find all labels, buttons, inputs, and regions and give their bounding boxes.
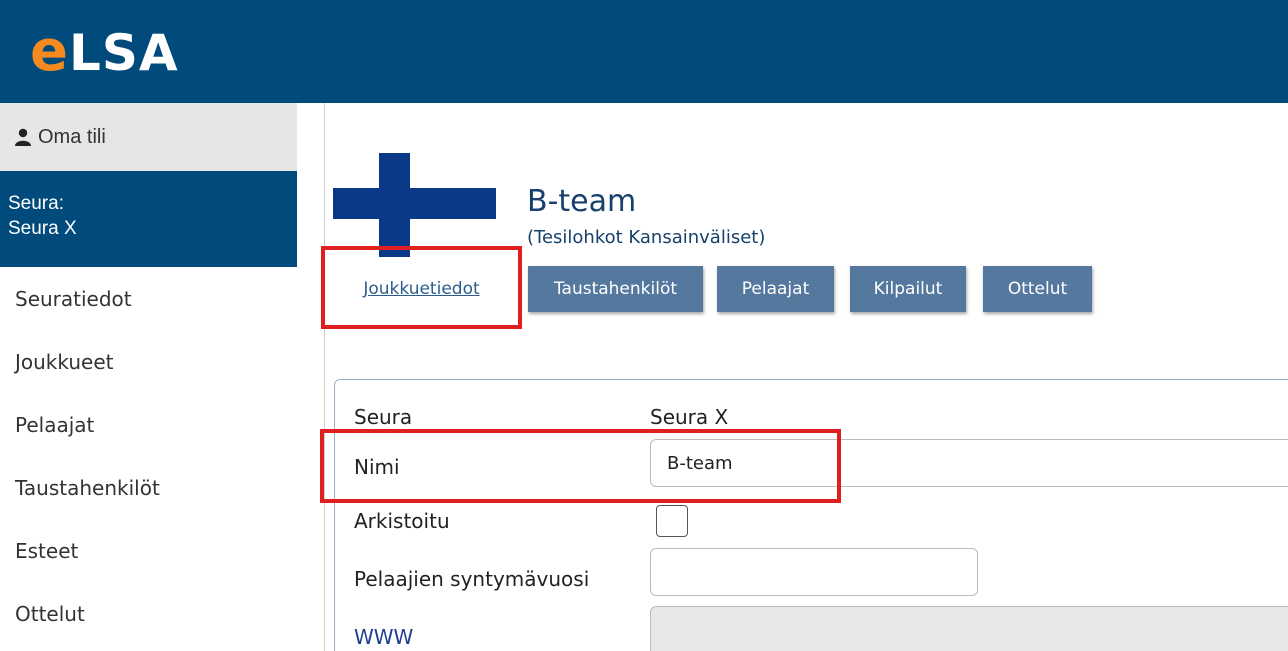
account-label: Oma tili — [38, 125, 106, 148]
sidebar-divider — [324, 103, 325, 651]
sidebar-item-joukkueet[interactable]: Joukkueet — [0, 330, 297, 393]
sidebar-item-esteet[interactable]: Esteet — [0, 519, 297, 582]
team-title: B-team — [527, 184, 637, 219]
account-link[interactable]: Oma tili — [0, 103, 297, 171]
sidebar-item-pelaajat[interactable]: Pelaajat — [0, 393, 297, 456]
elsa-logo[interactable]: eLSA — [30, 22, 179, 83]
tab-ottelut[interactable]: Ottelut — [983, 266, 1092, 312]
highlight-box-name — [320, 429, 841, 503]
birthyear-input[interactable] — [650, 548, 978, 596]
birthyear-label: Pelaajien syntymävuosi — [354, 567, 590, 591]
tab-pelaajat[interactable]: Pelaajat — [717, 266, 834, 312]
club-name: Seura X — [8, 218, 77, 239]
team-flag-finland — [333, 153, 496, 257]
archived-label: Arkistoitu — [354, 509, 450, 533]
highlight-box-tab — [321, 246, 522, 329]
sidebar-item-ottelut[interactable]: Ottelut — [0, 582, 297, 645]
club-selector[interactable]: Seura: Seura X — [0, 171, 297, 267]
team-subtitle: (Tesilohkot Kansainväliset) — [527, 227, 766, 248]
club-caption: Seura: — [8, 193, 64, 214]
tab-kilpailut[interactable]: Kilpailut — [850, 266, 966, 312]
user-icon — [15, 128, 31, 146]
club-label: Seura — [354, 405, 413, 429]
archived-checkbox[interactable] — [656, 505, 688, 537]
www-input[interactable] — [650, 606, 1288, 651]
club-value: Seura X — [650, 405, 729, 429]
tab-taustahenkilot[interactable]: Taustahenkilöt — [528, 266, 703, 312]
www-label: WWW — [354, 625, 414, 649]
sidebar-item-seuratiedot[interactable]: Seuratiedot — [0, 267, 297, 330]
sidebar: Oma tili Seura: Seura X Seuratiedot Jouk… — [0, 103, 297, 651]
top-header: eLSA — [0, 0, 1288, 103]
sidebar-item-taustahenkilot[interactable]: Taustahenkilöt — [0, 456, 297, 519]
